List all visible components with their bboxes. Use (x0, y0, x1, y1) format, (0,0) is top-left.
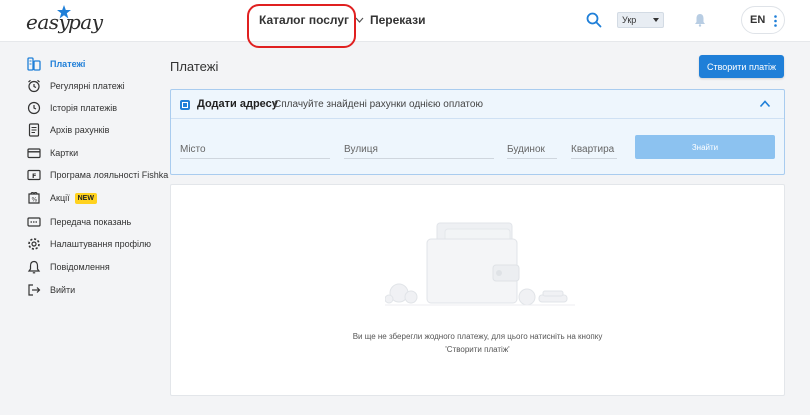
easypay-logo[interactable]: easy pay (26, 5, 103, 36)
history-icon (27, 101, 41, 115)
add-address-panel: Додати адресу Сплачуйте знайдені рахунки… (170, 89, 785, 175)
payments-icon (27, 57, 41, 71)
sidebar-item-label: Історія платежів (50, 103, 118, 113)
svg-text:%: % (32, 197, 38, 204)
sidebar-item-promotions[interactable]: % Акції NEW (27, 190, 97, 206)
logout-icon (28, 284, 41, 296)
house-field[interactable]: Будинок (507, 141, 557, 159)
page-title: Платежі (170, 59, 219, 74)
notifications-bell-icon[interactable] (694, 13, 706, 27)
find-button[interactable]: Знайти (635, 135, 775, 159)
sidebar-item-label: Програма лояльності Fishka (50, 170, 169, 180)
user-menu-label: EN (750, 14, 766, 26)
sidebar-item-label: Архів рахунків (50, 125, 110, 135)
sidebar-item-payments[interactable]: Платежі (27, 56, 85, 72)
search-icon[interactable] (585, 11, 603, 29)
city-field[interactable]: Місто (180, 141, 330, 159)
logo-text-pay: pay (68, 10, 103, 34)
sidebar-item-notifications[interactable]: Повідомлення (27, 259, 110, 275)
sidebar-item-history[interactable]: Історія платежів (27, 100, 117, 116)
sidebar-item-label: Вийти (50, 285, 76, 295)
alarm-clock-icon (28, 79, 40, 93)
empty-payments-panel: Ви ще не зберегли жодного платежу, для ц… (170, 184, 785, 396)
select-caret-icon (653, 18, 659, 22)
sidebar-item-profile-settings[interactable]: Налаштування профілю (27, 236, 151, 252)
more-vertical-icon (774, 15, 777, 27)
sidebar-item-label: Картки (50, 148, 79, 158)
loyalty-card-icon: F (27, 169, 41, 181)
add-address-title: Додати адресу (197, 98, 278, 110)
add-address-subtitle: Сплачуйте знайдені рахунки однією оплато… (274, 99, 483, 110)
sidebar-item-cards[interactable]: Картки (27, 145, 78, 161)
empty-message-line1: Ви ще не зберегли жодного платежу, для ц… (352, 332, 603, 341)
street-field[interactable]: Вулиця (344, 141, 494, 159)
promo-icon: % (28, 191, 40, 204)
nav-transfers[interactable]: Перекази (370, 13, 425, 27)
svg-text:F: F (32, 172, 36, 180)
sidebar-item-loyalty-fishka[interactable]: F Програма лояльності Fishka (27, 167, 168, 183)
sidebar-item-label: Платежі (50, 59, 86, 69)
sidebar-item-label: Налаштування профілю (50, 239, 151, 249)
bell-icon (27, 260, 41, 274)
sidebar-item-label: Акції (50, 193, 70, 203)
sidebar-item-label: Повідомлення (50, 262, 110, 272)
apartment-field[interactable]: Квартира (571, 141, 617, 159)
sidebar-item-regular-payments[interactable]: Регулярні платежі (27, 78, 125, 94)
new-badge: NEW (74, 192, 97, 204)
meter-icon (27, 217, 41, 227)
nav-catalog-services[interactable]: Каталог послуг (259, 13, 364, 27)
language-select-value: Укр (622, 15, 637, 25)
top-header: easy pay Каталог послуг Перекази Укр EN (0, 0, 810, 48)
sidebar-item-label: Передача показань (50, 217, 132, 227)
gear-icon (28, 238, 40, 250)
add-address-header[interactable]: Додати адресу Сплачуйте знайдені рахунки… (171, 90, 784, 119)
user-menu-button[interactable]: EN (741, 6, 785, 34)
sidebar-item-invoice-archive[interactable]: Архів рахунків (27, 122, 109, 138)
empty-message-line2: 'Створити платіж' (445, 345, 510, 354)
sidebar-item-meter-readings[interactable]: Передача показань (27, 214, 131, 230)
chevron-up-icon[interactable] (759, 99, 771, 109)
create-payment-button[interactable]: Створити платіж (699, 55, 784, 78)
chevron-down-icon (355, 17, 364, 23)
sidebar-item-label: Регулярні платежі (50, 81, 125, 91)
language-select[interactable]: Укр (617, 12, 664, 28)
card-icon (27, 148, 41, 159)
add-address-checkbox[interactable] (180, 100, 190, 110)
sidebar-item-logout[interactable]: Вийти (27, 282, 75, 298)
nav-catalog-label: Каталог послуг (259, 13, 350, 27)
document-icon (28, 123, 40, 137)
empty-wallet-illustration (385, 222, 575, 306)
